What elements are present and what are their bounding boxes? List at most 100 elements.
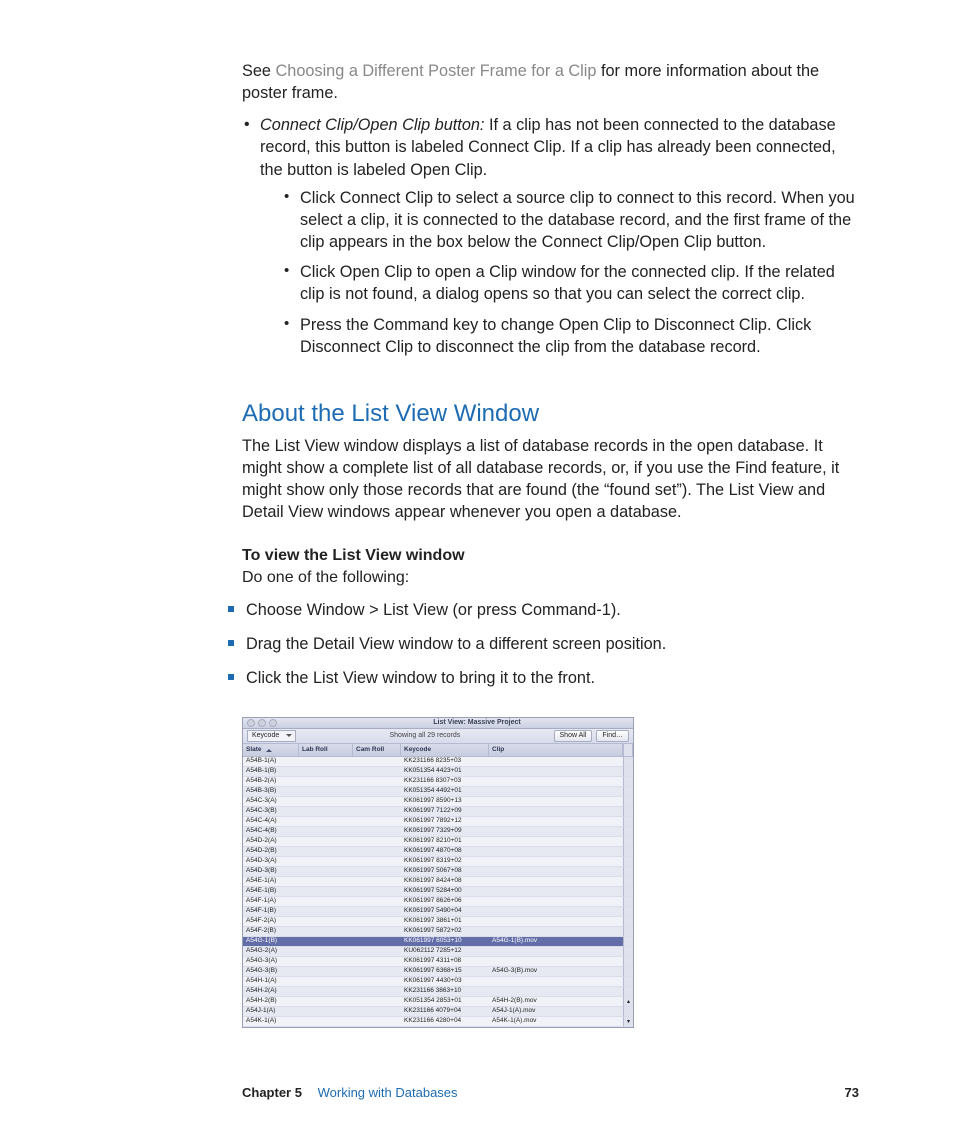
table-cell[interactable]: A54D-2(B): [243, 847, 299, 857]
table-cell[interactable]: [353, 1017, 401, 1027]
table-cell[interactable]: KK061997 6053+10: [401, 937, 489, 947]
table-cell[interactable]: [299, 837, 353, 847]
table-cell[interactable]: [489, 977, 623, 987]
table-cell[interactable]: KK051354 4423+01: [401, 767, 489, 777]
table-cell[interactable]: [489, 957, 623, 967]
table-cell[interactable]: KK061997 7122+09: [401, 807, 489, 817]
table-cell[interactable]: A54H-2(B).mov: [489, 997, 623, 1007]
table-cell[interactable]: A54C-4(B): [243, 827, 299, 837]
table-cell[interactable]: KK231166 4280+04: [401, 1017, 489, 1027]
table-cell[interactable]: KK231166 8235+03: [401, 757, 489, 767]
scrollbar-track[interactable]: [623, 857, 633, 867]
table-cell[interactable]: [353, 867, 401, 877]
table-cell[interactable]: [353, 997, 401, 1007]
table-cell[interactable]: [353, 877, 401, 887]
table-cell[interactable]: A54G-3(B): [243, 967, 299, 977]
table-cell[interactable]: [489, 827, 623, 837]
table-cell[interactable]: KK231166 8307+03: [401, 777, 489, 787]
scrollbar-track[interactable]: [623, 757, 633, 767]
table-cell[interactable]: A54K-1(A).mov: [489, 1017, 623, 1027]
table-cell[interactable]: [353, 837, 401, 847]
find-button[interactable]: Find…: [596, 730, 629, 742]
scrollbar-track[interactable]: [623, 977, 633, 987]
scrollbar-track[interactable]: [623, 817, 633, 827]
scroll-arrow-icon[interactable]: ▴: [623, 997, 633, 1007]
table-cell[interactable]: KU062112 7285+12: [401, 947, 489, 957]
table-cell[interactable]: [353, 1007, 401, 1017]
table-cell[interactable]: A54B-1(B): [243, 767, 299, 777]
table-cell[interactable]: [353, 827, 401, 837]
table-cell[interactable]: [489, 887, 623, 897]
table-cell[interactable]: [353, 807, 401, 817]
column-header-slate[interactable]: Slate: [243, 744, 299, 757]
scrollbar-track[interactable]: [623, 897, 633, 907]
table-cell[interactable]: KK061997 5872+02: [401, 927, 489, 937]
scrollbar-track[interactable]: [623, 877, 633, 887]
scrollbar-track[interactable]: [623, 917, 633, 927]
scrollbar-track[interactable]: [623, 847, 633, 857]
table-cell[interactable]: KK061997 4870+08: [401, 847, 489, 857]
table-cell[interactable]: [299, 797, 353, 807]
table-cell[interactable]: [353, 857, 401, 867]
column-header-cam-roll[interactable]: Cam Roll: [353, 744, 401, 757]
table-cell[interactable]: [299, 967, 353, 977]
table-cell[interactable]: KK061997 4430+03: [401, 977, 489, 987]
scrollbar-track[interactable]: [623, 827, 633, 837]
scrollbar-track[interactable]: [623, 967, 633, 977]
scrollbar-track[interactable]: [623, 777, 633, 787]
table-cell[interactable]: [489, 797, 623, 807]
table-cell[interactable]: [299, 857, 353, 867]
table-cell[interactable]: [299, 927, 353, 937]
scrollbar-track[interactable]: [623, 987, 633, 997]
table-cell[interactable]: A54H-2(B): [243, 997, 299, 1007]
show-all-button[interactable]: Show All: [554, 730, 593, 742]
poster-frame-link[interactable]: Choosing a Different Poster Frame for a …: [276, 62, 597, 80]
table-cell[interactable]: A54C-3(B): [243, 807, 299, 817]
table-cell[interactable]: [299, 827, 353, 837]
table-cell[interactable]: [299, 777, 353, 787]
table-cell[interactable]: A54B-1(A): [243, 757, 299, 767]
scrollbar-track[interactable]: [623, 787, 633, 797]
table-cell[interactable]: [299, 917, 353, 927]
table-cell[interactable]: [299, 907, 353, 917]
table-cell[interactable]: [489, 777, 623, 787]
table-cell[interactable]: [353, 987, 401, 997]
table-cell[interactable]: A54C-3(A): [243, 797, 299, 807]
table-cell[interactable]: A54H-2(A): [243, 987, 299, 997]
table-cell[interactable]: KK061997 5284+00: [401, 887, 489, 897]
table-cell[interactable]: [299, 977, 353, 987]
table-cell[interactable]: A54B-2(A): [243, 777, 299, 787]
column-header-clip[interactable]: Clip: [489, 744, 623, 757]
table-cell[interactable]: [299, 757, 353, 767]
scroll-arrow-icon[interactable]: [623, 1007, 633, 1017]
table-cell[interactable]: A54G-1(B).mov: [489, 937, 623, 947]
table-cell[interactable]: [299, 867, 353, 877]
table-cell[interactable]: A54F-2(B): [243, 927, 299, 937]
table-cell[interactable]: [299, 1007, 353, 1017]
table-cell[interactable]: [489, 987, 623, 997]
column-header-keycode[interactable]: Keycode: [401, 744, 489, 757]
table-cell[interactable]: KK061997 8590+13: [401, 797, 489, 807]
table-cell[interactable]: [489, 807, 623, 817]
table-cell[interactable]: [353, 977, 401, 987]
close-icon[interactable]: [247, 719, 255, 727]
table-cell[interactable]: KK061997 8626+06: [401, 897, 489, 907]
table-cell[interactable]: A54C-4(A): [243, 817, 299, 827]
scrollbar-track[interactable]: [623, 797, 633, 807]
table-cell[interactable]: A54E-1(A): [243, 877, 299, 887]
table-cell[interactable]: [489, 877, 623, 887]
table-cell[interactable]: [353, 797, 401, 807]
keycode-select[interactable]: Keycode: [247, 730, 296, 742]
table-cell[interactable]: [489, 787, 623, 797]
table-cell[interactable]: A54B-3(B): [243, 787, 299, 797]
table-cell[interactable]: [489, 857, 623, 867]
table-cell[interactable]: [299, 937, 353, 947]
table-cell[interactable]: [489, 907, 623, 917]
table-cell[interactable]: [299, 1017, 353, 1027]
table-cell[interactable]: KK061997 7892+12: [401, 817, 489, 827]
table-cell[interactable]: [299, 957, 353, 967]
scrollbar-track[interactable]: [623, 837, 633, 847]
table-cell[interactable]: [489, 767, 623, 777]
table-cell[interactable]: [489, 837, 623, 847]
scrollbar-track[interactable]: [623, 907, 633, 917]
